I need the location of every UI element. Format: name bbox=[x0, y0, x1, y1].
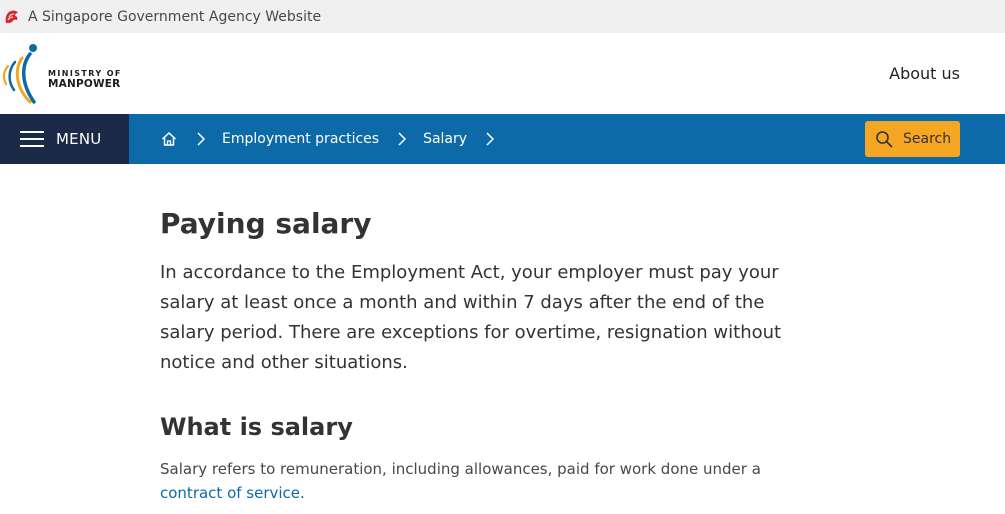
home-icon[interactable] bbox=[160, 130, 178, 148]
breadcrumb-salary[interactable]: Salary bbox=[423, 131, 467, 147]
about-us-link[interactable]: About us bbox=[889, 64, 960, 83]
gov-banner: A Singapore Government Agency Website bbox=[0, 0, 1005, 33]
chevron-right-icon bbox=[398, 132, 407, 146]
breadcrumb-employment-practices[interactable]: Employment practices bbox=[222, 131, 379, 147]
logo-wordmark: MINISTRY OF MANPOWER bbox=[48, 68, 122, 90]
main-content: Paying salary In accordance to the Emplo… bbox=[160, 164, 820, 505]
breadcrumb: Employment practices Salary bbox=[160, 114, 511, 164]
site-header: MINISTRY OF MANPOWER About us bbox=[0, 33, 1005, 114]
section-text-end: . bbox=[300, 484, 305, 502]
search-icon bbox=[876, 131, 893, 148]
gov-banner-text: A Singapore Government Agency Website bbox=[28, 8, 322, 25]
hamburger-icon bbox=[20, 131, 44, 147]
page-title: Paying salary bbox=[160, 207, 372, 240]
mom-logo-mark-icon bbox=[2, 44, 37, 104]
mom-logo[interactable]: MINISTRY OF MANPOWER bbox=[0, 42, 130, 106]
chevron-right-icon bbox=[197, 132, 206, 146]
contract-of-service-link[interactable]: contract of service bbox=[160, 484, 300, 502]
logo-line2: MANPOWER bbox=[48, 78, 121, 90]
chevron-right-icon bbox=[486, 132, 495, 146]
lion-head-icon bbox=[5, 10, 18, 23]
nav-bar: MENU Employment practices Salary Search bbox=[0, 114, 1005, 164]
search-label: Search bbox=[903, 131, 952, 147]
menu-button[interactable]: MENU bbox=[0, 114, 129, 164]
section-paragraph: Salary refers to remuneration, including… bbox=[160, 457, 820, 505]
menu-label: MENU bbox=[56, 130, 102, 148]
section-text: Salary refers to remuneration, including… bbox=[160, 460, 761, 478]
lead-paragraph: In accordance to the Employment Act, you… bbox=[160, 262, 782, 373]
search-button[interactable]: Search bbox=[865, 121, 960, 157]
section-heading: What is salary bbox=[160, 413, 353, 441]
